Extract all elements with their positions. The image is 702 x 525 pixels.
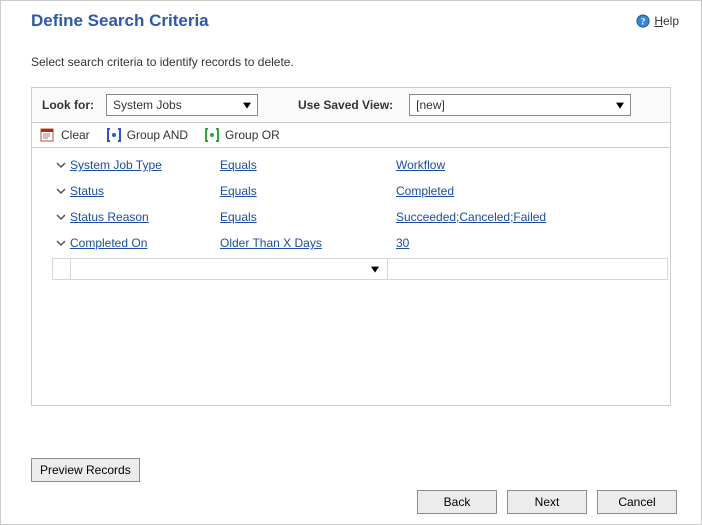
back-button[interactable]: Back: [417, 490, 497, 514]
criteria-operator[interactable]: Older Than X Days: [220, 236, 322, 250]
chevron-down-icon[interactable]: [52, 186, 70, 196]
page-title: Define Search Criteria: [31, 11, 209, 31]
lookfor-bar: Look for: System Jobs Use Saved View: [n…: [31, 87, 671, 123]
preview-records-button[interactable]: Preview Records: [31, 458, 140, 482]
chevron-down-icon[interactable]: [52, 212, 70, 222]
savedview-select[interactable]: [new]: [409, 94, 631, 116]
chevron-down-icon[interactable]: [52, 238, 70, 248]
instruction-text: Select search criteria to identify recor…: [1, 39, 701, 87]
criteria-row: Completed On Older Than X Days 30: [32, 230, 670, 256]
criteria-operator[interactable]: Equals: [220, 210, 257, 224]
criteria-field[interactable]: Status: [70, 184, 104, 198]
criteria-value[interactable]: 30: [396, 236, 409, 250]
help-label: Help: [654, 14, 679, 28]
lookfor-value: System Jobs: [113, 98, 182, 112]
help-link[interactable]: ? Help: [636, 14, 679, 28]
lookfor-select[interactable]: System Jobs: [106, 94, 258, 116]
group-and-label: Group AND: [127, 128, 188, 142]
criteria-row: Status Equals Completed: [32, 178, 670, 204]
new-criteria-row: [32, 258, 670, 280]
group-and-icon: [106, 127, 122, 143]
group-or-icon: [204, 127, 220, 143]
criteria-row: Status Reason Equals Succeeded;Canceled;…: [32, 204, 670, 230]
next-button[interactable]: Next: [507, 490, 587, 514]
criteria-value[interactable]: Completed: [396, 184, 454, 198]
group-or-button[interactable]: Group OR: [204, 127, 280, 143]
toolbar: Clear Group AND Group OR: [31, 123, 671, 148]
criteria-value[interactable]: Succeeded;Canceled;Failed: [396, 210, 546, 224]
new-criteria-select[interactable]: [70, 258, 388, 280]
cancel-button[interactable]: Cancel: [597, 490, 677, 514]
criteria-area: System Job Type Equals Workflow Status E…: [31, 148, 671, 406]
help-icon: ?: [636, 14, 650, 28]
criteria-value[interactable]: Workflow: [396, 158, 445, 172]
savedview-label: Use Saved View:: [298, 98, 393, 112]
criteria-field[interactable]: System Job Type: [70, 158, 162, 172]
criteria-operator[interactable]: Equals: [220, 184, 257, 198]
lookfor-label: Look for:: [42, 98, 94, 112]
footer-buttons: Back Next Cancel: [417, 490, 677, 514]
group-or-label: Group OR: [225, 128, 280, 142]
chevron-down-icon[interactable]: [52, 160, 70, 170]
clear-button[interactable]: Clear: [40, 127, 90, 143]
criteria-field[interactable]: Completed On: [70, 236, 147, 250]
criteria-operator[interactable]: Equals: [220, 158, 257, 172]
clear-icon: [40, 127, 56, 143]
group-and-button[interactable]: Group AND: [106, 127, 188, 143]
clear-label: Clear: [61, 128, 90, 142]
savedview-value: [new]: [416, 98, 445, 112]
criteria-field[interactable]: Status Reason: [70, 210, 149, 224]
svg-text:?: ?: [641, 17, 646, 28]
criteria-row: System Job Type Equals Workflow: [32, 152, 670, 178]
